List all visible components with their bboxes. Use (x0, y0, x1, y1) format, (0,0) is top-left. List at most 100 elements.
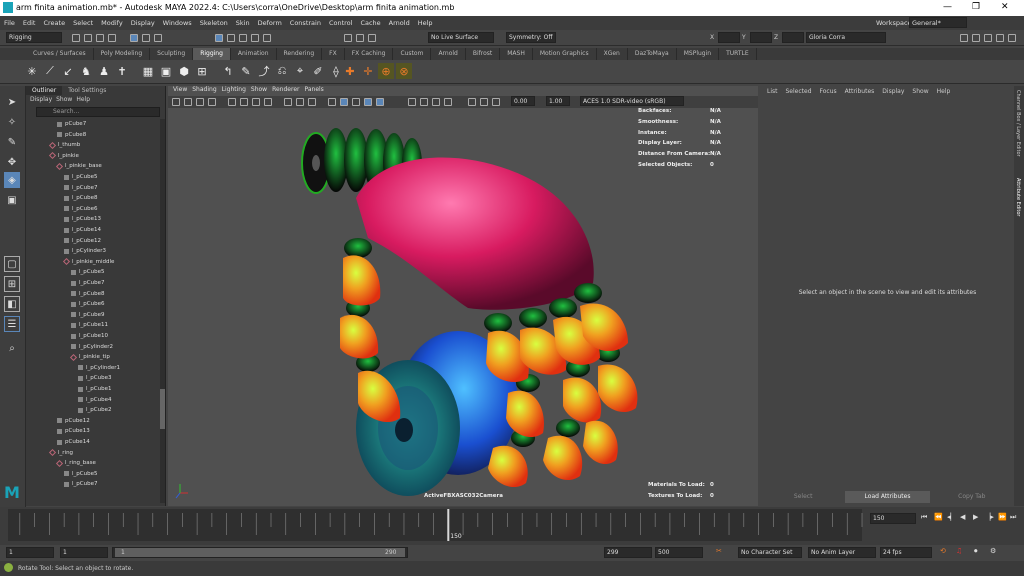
range-slider[interactable]: 1 290 (112, 547, 408, 558)
folder-icon[interactable] (72, 34, 80, 42)
outliner-item[interactable]: l_pCube8 (64, 193, 97, 203)
select-object-icon[interactable] (142, 34, 150, 42)
viewport-menu-shading[interactable]: Shading (192, 86, 216, 95)
camera-select-icon[interactable] (172, 98, 180, 106)
outliner-item[interactable]: pCube14 (57, 437, 90, 447)
shelf-tab-curves[interactable]: Curves / Surfaces (26, 48, 94, 60)
bookmark-icon[interactable] (196, 98, 204, 106)
cache-playback-icon[interactable]: ⏺ (974, 547, 978, 556)
animation-start-field[interactable]: 1 (6, 547, 54, 558)
outliner-scrollbar[interactable] (160, 119, 165, 503)
aim-constraint-icon[interactable]: ⊕ (378, 63, 394, 79)
shelf-tab-custom[interactable]: Custom (393, 48, 432, 60)
undo-icon[interactable] (96, 34, 104, 42)
use-lights-icon[interactable] (376, 98, 384, 106)
locator-icon[interactable]: ✚ (342, 63, 358, 79)
audio-icon[interactable]: ♫ (956, 547, 962, 555)
render-icon[interactable] (344, 34, 352, 42)
copy-tab-button[interactable]: Copy Tab (930, 491, 1014, 503)
skeleton-icon[interactable]: ✝ (114, 63, 130, 79)
snap-point-icon[interactable] (239, 34, 247, 42)
orient-constraint-icon[interactable]: ⊗ (396, 63, 412, 79)
resolution-gate-icon[interactable] (252, 98, 260, 106)
ambient-occlusion-icon[interactable] (420, 98, 428, 106)
outliner-item[interactable]: l_pCube2 (78, 405, 111, 415)
attr-menu-show[interactable]: Show (912, 88, 928, 95)
menu-select[interactable]: Select (73, 19, 93, 27)
shelf-tab-arnold[interactable]: Arnold (431, 48, 466, 60)
auto-key-icon[interactable]: ✂ (716, 547, 722, 555)
single-perspective-icon[interactable]: ▢ (4, 256, 20, 272)
menu-file[interactable]: File (4, 19, 15, 27)
workspace-select[interactable]: General* (909, 17, 967, 28)
outliner-item[interactable]: l_pCube7 (64, 479, 97, 489)
smooth-bind-icon[interactable]: ▣ (158, 63, 174, 79)
outliner-item[interactable]: l_ring_base (55, 458, 96, 468)
y-field[interactable] (750, 32, 772, 43)
menu-display[interactable]: Display (131, 19, 155, 27)
snap-view-icon[interactable] (251, 34, 259, 42)
outliner-item[interactable]: pCube7 (57, 119, 86, 129)
attr-select-button[interactable]: Select (761, 491, 845, 503)
close-button[interactable]: ✕ (1001, 2, 1009, 12)
shadows-icon[interactable] (408, 98, 416, 106)
maximize-button[interactable]: ❐ (972, 2, 980, 12)
outliner-item[interactable]: l_pCube11 (71, 320, 108, 330)
preferences-icon[interactable]: ⚙ (990, 547, 996, 555)
current-time-indicator[interactable] (447, 509, 450, 541)
outliner-item[interactable]: l_pinkie_base (55, 161, 102, 171)
grid-icon[interactable] (228, 98, 236, 106)
persp-outliner-icon[interactable]: ◧ (4, 296, 20, 312)
safe-title-icon[interactable] (308, 98, 316, 106)
parent-constraint-icon[interactable]: ✛ (360, 63, 376, 79)
time-ruler[interactable]: 150 (0, 507, 870, 545)
z-field[interactable] (782, 32, 804, 43)
step-back-frame-icon[interactable]: ◂▏ (947, 513, 956, 521)
shelf-tab-fx[interactable]: FX (322, 48, 345, 60)
playback-start-field[interactable]: 1 (60, 547, 108, 558)
render-settings-icon[interactable] (368, 34, 376, 42)
shelf-tab-rendering[interactable]: Rendering (277, 48, 323, 60)
outliner-item[interactable]: l_pCylinder1 (78, 363, 120, 373)
shelf-tab-xgen[interactable]: XGen (597, 48, 628, 60)
default-material-icon[interactable] (352, 98, 360, 106)
attr-menu-list[interactable]: List (767, 88, 778, 95)
step-forward-frame-icon[interactable]: ▕▸ (985, 513, 994, 521)
select-component-icon[interactable] (154, 34, 162, 42)
menu-cache[interactable]: Cache (360, 19, 380, 27)
menuset-select[interactable]: Rigging (6, 32, 62, 43)
outliner-layout-icon[interactable]: ☰ (4, 316, 20, 332)
shelf-tab-mash[interactable]: MASH (500, 48, 533, 60)
tab-tool-settings[interactable]: Tool Settings (62, 86, 112, 95)
sculpt-deformer-icon[interactable]: ⌖ (292, 63, 308, 79)
wire-icon[interactable]: ✐ (310, 63, 326, 79)
user-account[interactable]: Gloria Corra (806, 32, 886, 43)
outliner-item[interactable]: l_pCube9 (71, 310, 104, 320)
viewport-menu-renderer[interactable]: Renderer (272, 86, 299, 95)
outliner-item[interactable]: l_pCube6 (64, 204, 97, 214)
snap-surface-icon[interactable] (263, 34, 271, 42)
outliner-item[interactable]: l_pCube13 (64, 214, 101, 224)
live-surface-field[interactable]: No Live Surface (428, 32, 494, 43)
humanik-icon[interactable]: ♟ (96, 63, 112, 79)
outliner-item[interactable]: l_pCube5 (64, 469, 97, 479)
tab-outliner[interactable]: Outliner (26, 86, 63, 95)
save-icon[interactable] (84, 34, 92, 42)
menu-deform[interactable]: Deform (258, 19, 282, 27)
move-tool-icon[interactable]: ✥ (4, 154, 20, 170)
outliner-item[interactable]: l_pCube3 (78, 373, 111, 383)
lattice-icon[interactable]: ⊞ (194, 63, 210, 79)
shelf-tab-motion-graphics[interactable]: Motion Graphics (533, 48, 597, 60)
outliner-item[interactable]: l_pCylinder2 (71, 342, 113, 352)
outliner-item[interactable]: pCube12 (57, 416, 90, 426)
menu-arnold[interactable]: Arnold (389, 19, 410, 27)
go-to-start-icon[interactable]: ⏮ (921, 513, 927, 522)
attribute-editor-toggle-icon[interactable] (996, 34, 1004, 42)
anim-layer-select[interactable]: No Anim Layer (808, 547, 876, 558)
outliner-item[interactable]: l_pCube10 (71, 331, 108, 341)
character-set-select[interactable]: No Character Set (738, 547, 802, 558)
nonlinear-icon[interactable]: ⤴ (256, 63, 272, 79)
outliner-item[interactable]: l_pCube7 (71, 278, 104, 288)
outliner-item[interactable]: l_pinkie_middle (62, 257, 114, 267)
ik-spline-icon[interactable]: ↙ (60, 63, 76, 79)
